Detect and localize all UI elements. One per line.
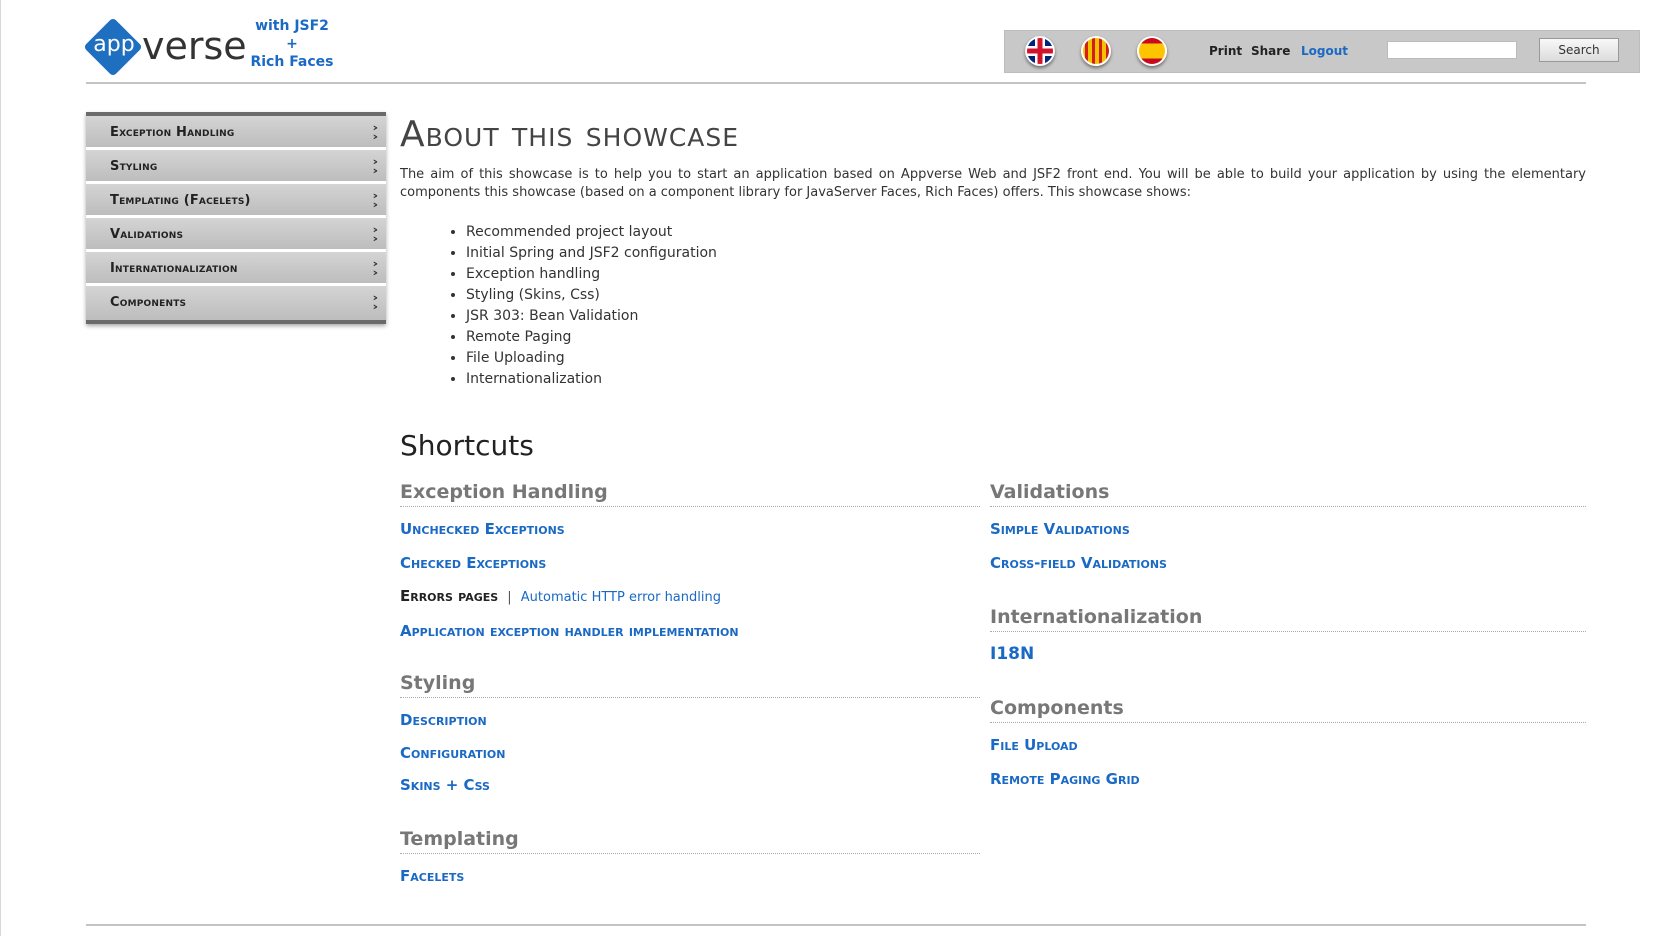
sidebar-item-label: Internationalization — [110, 261, 238, 276]
shortcuts-right-column: Validations Simple Validations Cross-fie… — [990, 480, 1586, 791]
english-flag-icon[interactable] — [1025, 36, 1055, 66]
errors-pages-row: Errors pages | Automatic HTTP error hand… — [400, 583, 980, 609]
group-title-exception-handling: Exception Handling — [400, 480, 980, 507]
sidebar-item-label: Templating (Facelets) — [110, 193, 251, 208]
search-input[interactable] — [1387, 41, 1517, 59]
sidebar-item-label: Exception Handling — [110, 125, 235, 140]
list-item: Remote Paging — [466, 327, 1586, 348]
share-link[interactable]: Share — [1251, 44, 1290, 58]
chevron-down-icon: › › — [372, 223, 379, 245]
list-item: Styling (Skins, Css) — [466, 285, 1586, 306]
sidebar-item-validations[interactable]: Validations › › — [86, 218, 386, 252]
list-item: Internationalization — [466, 369, 1586, 390]
appverse-logo[interactable]: app verse — [83, 17, 247, 77]
list-item: JSR 303: Bean Validation — [466, 306, 1586, 327]
list-item: File Uploading — [466, 348, 1586, 369]
main-content: About this showcase The aim of this show… — [400, 110, 1586, 885]
separator: | — [507, 590, 512, 605]
sidebar-menu: Exception Handling › › Styling › › Templat… — [86, 112, 386, 324]
search-button[interactable]: Search — [1539, 38, 1619, 62]
list-item: Recommended project layout — [466, 222, 1586, 243]
shortcuts-left-column: Exception Handling Unchecked Exceptions … — [400, 480, 980, 888]
group-title-components: Components — [990, 696, 1586, 723]
page-title: About this showcase — [400, 114, 740, 155]
group-title-validations: Validations — [990, 480, 1586, 507]
header-divider — [86, 82, 1586, 84]
sidebar-item-label: Styling — [110, 159, 158, 174]
print-link[interactable]: Print — [1209, 44, 1242, 58]
errors-pages-label: Errors pages — [400, 587, 499, 605]
group-title-styling: Styling — [400, 671, 980, 698]
list-item: Exception handling — [466, 264, 1586, 285]
sidebar-item-exception-handling[interactable]: Exception Handling › › — [86, 116, 386, 150]
group-title-internationalization: Internationalization — [990, 605, 1586, 632]
top-toolbar: Print Share Logout Search — [1004, 30, 1640, 73]
catalan-flag-icon[interactable] — [1081, 36, 1111, 66]
group-title-templating: Templating — [400, 827, 980, 854]
intro-paragraph: The aim of this showcase is to help you … — [400, 167, 1586, 200]
chevron-down-icon: › › — [372, 189, 379, 211]
automatic-http-error-link[interactable]: Automatic HTTP error handling — [521, 590, 721, 605]
logo-app-text: app — [93, 32, 135, 57]
tagline-line: + — [286, 36, 298, 52]
spanish-flag-icon[interactable] — [1137, 36, 1167, 66]
feature-list: Recommended project layout Initial Sprin… — [400, 222, 1586, 390]
logout-link[interactable]: Logout — [1301, 44, 1348, 58]
cross-field-validations-link[interactable]: Cross-field Validations — [990, 551, 1586, 575]
tagline: with JSF2 + Rich Faces — [242, 17, 342, 71]
sidebar-item-label: Validations — [110, 227, 184, 242]
sidebar-item-components[interactable]: Components › › — [86, 286, 386, 320]
i18n-link[interactable]: I18N — [990, 642, 1586, 666]
logo-verse-text: verse — [142, 24, 247, 68]
shortcuts-heading: Shortcuts — [400, 429, 534, 462]
footer-divider — [86, 924, 1586, 926]
file-upload-link[interactable]: File Upload — [990, 733, 1586, 757]
skins-css-link[interactable]: Skins + Css — [400, 773, 980, 797]
sidebar-item-templating[interactable]: Templating (Facelets) › › — [86, 184, 386, 218]
chevron-down-icon: › › — [372, 257, 379, 279]
chevron-down-icon: › › — [372, 155, 379, 177]
sidebar-item-label: Components — [110, 295, 187, 310]
facelets-link[interactable]: Facelets — [400, 864, 980, 888]
remote-paging-grid-link[interactable]: Remote Paging Grid — [990, 767, 1586, 791]
styling-configuration-link[interactable]: Configuration — [400, 741, 980, 765]
unchecked-exceptions-link[interactable]: Unchecked Exceptions — [400, 517, 980, 541]
app-exception-handler-link[interactable]: Application exception handler implementa… — [400, 619, 980, 643]
list-item: Initial Spring and JSF2 configuration — [466, 243, 1586, 264]
chevron-down-icon: › › — [372, 121, 379, 143]
sidebar-item-internationalization[interactable]: Internationalization › › — [86, 252, 386, 286]
tagline-line: Rich Faces — [250, 54, 334, 70]
checked-exceptions-link[interactable]: Checked Exceptions — [400, 551, 980, 575]
simple-validations-link[interactable]: Simple Validations — [990, 517, 1586, 541]
tagline-line: with JSF2 — [255, 18, 329, 34]
sidebar-item-styling[interactable]: Styling › › — [86, 150, 386, 184]
chevron-down-icon: › › — [372, 291, 379, 313]
styling-description-link[interactable]: Description — [400, 708, 980, 732]
